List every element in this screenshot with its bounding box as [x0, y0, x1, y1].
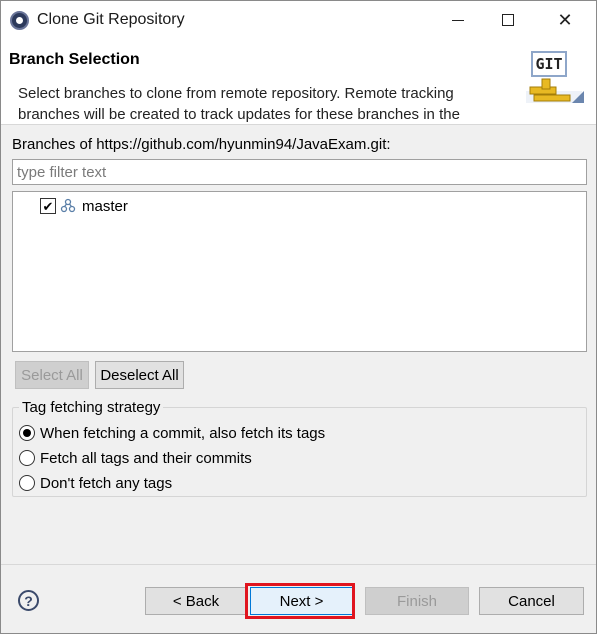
close-button[interactable]: ✕	[542, 1, 588, 39]
radio-label: When fetching a commit, also fetch its t…	[40, 424, 326, 442]
radio-button[interactable]	[19, 475, 35, 491]
deselect-all-button[interactable]: Deselect All	[95, 361, 184, 389]
help-icon[interactable]: ?	[18, 590, 39, 611]
git-logo-icon: GIT	[522, 47, 592, 107]
branch-list[interactable]: ✔ master	[12, 191, 587, 352]
back-button[interactable]: < Back	[145, 587, 247, 615]
branch-name: master	[82, 197, 128, 215]
radio-label: Fetch all tags and their commits	[40, 449, 252, 467]
git-pipe-graphic	[526, 78, 584, 103]
close-icon: ✕	[557, 9, 573, 30]
list-item[interactable]: ✔ master	[40, 195, 128, 217]
eclipse-icon	[10, 11, 29, 30]
page-title: Branch Selection	[9, 51, 140, 68]
branch-icon	[60, 198, 76, 213]
radio-label: Don't fetch any tags	[40, 474, 173, 492]
radio-fetch-commit-tags[interactable]: When fetching a commit, also fetch its t…	[19, 422, 325, 444]
page-description: Select branches to clone from remote rep…	[18, 85, 460, 123]
cancel-button[interactable]: Cancel	[479, 587, 584, 615]
radio-button[interactable]	[19, 450, 35, 466]
next-button-highlight	[245, 583, 355, 619]
maximize-icon	[502, 14, 514, 26]
maximize-button[interactable]	[485, 1, 531, 39]
radio-fetch-all-tags[interactable]: Fetch all tags and their commits	[19, 447, 252, 469]
radio-no-tags[interactable]: Don't fetch any tags	[19, 472, 172, 494]
tag-fetching-title: Tag fetching strategy	[19, 399, 164, 416]
branch-filter-input[interactable]	[12, 159, 587, 185]
finish-button[interactable]: Finish	[365, 587, 469, 615]
radio-button[interactable]	[19, 425, 35, 441]
minimize-button[interactable]	[435, 1, 481, 39]
title-bar: Clone Git Repository ✕	[1, 1, 596, 39]
minimize-icon	[452, 19, 464, 21]
wizard-header: Branch Selection Select branches to clon…	[1, 39, 596, 125]
branch-checkbox[interactable]: ✔	[40, 198, 56, 214]
window-title: Clone Git Repository	[37, 11, 185, 28]
footer-separator	[1, 564, 596, 565]
clone-git-repository-dialog: Clone Git Repository ✕ Branch Selection …	[0, 0, 597, 634]
branches-label: Branches of https://github.com/hyunmin94…	[12, 136, 391, 153]
select-all-button[interactable]: Select All	[15, 361, 89, 389]
